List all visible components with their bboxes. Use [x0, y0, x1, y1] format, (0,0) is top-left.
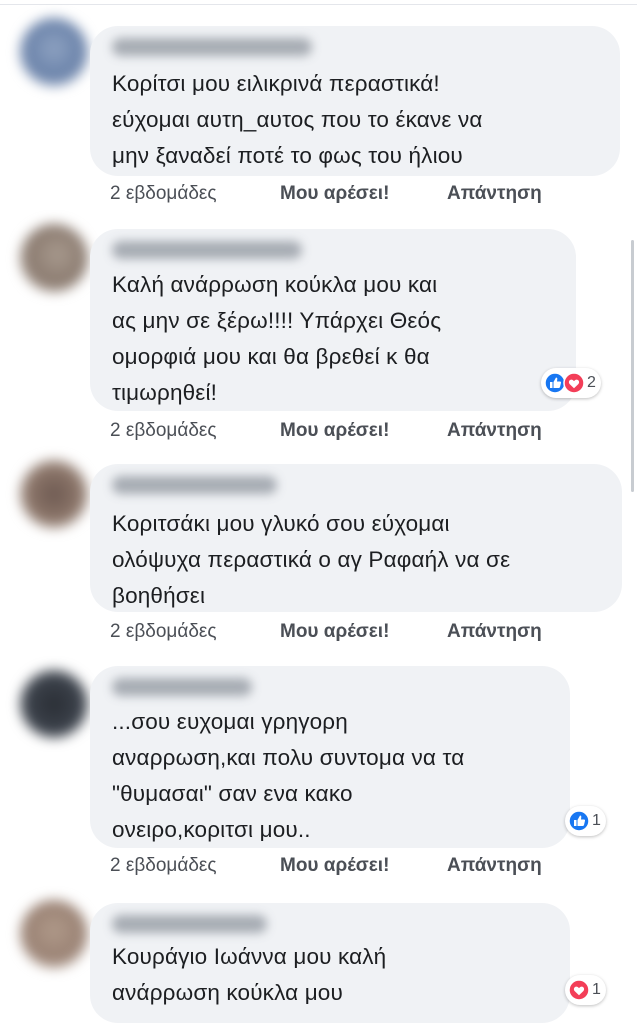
- author-name-blurred[interactable]: [112, 38, 312, 56]
- comment-bubble: Καλή ανάρρωση κούκλα μου και ας μην σε ξ…: [90, 229, 576, 411]
- comment-text: Κοριτσάκι μου γλυκό σου εύχομαι ολόψυχα …: [112, 511, 511, 608]
- reply-button[interactable]: Απάντηση: [447, 420, 542, 442]
- author-name-blurred[interactable]: [112, 241, 302, 259]
- love-icon: [568, 979, 590, 1001]
- reaction-count: 2: [587, 374, 596, 391]
- avatar[interactable]: [20, 224, 88, 292]
- comment-text: Καλή ανάρρωση κούκλα μου και ας μην σε ξ…: [112, 272, 442, 405]
- author-name-blurred[interactable]: [112, 476, 277, 494]
- like-button[interactable]: Μου αρέσει!: [280, 183, 389, 205]
- comment-timestamp[interactable]: 2 εβδομάδες: [110, 183, 217, 205]
- like-button[interactable]: Μου αρέσει!: [280, 420, 389, 442]
- author-name-blurred[interactable]: [112, 678, 252, 696]
- top-divider: [0, 4, 637, 5]
- comment-text: Κουράγιο Ιωάννα μου καλή ανάρρωση κούκλα…: [112, 944, 387, 1005]
- comment-bubble: ...σου ευχομαι γρηγορη αναρρωση,και πολυ…: [90, 666, 570, 848]
- comment-text: Κορίτσι μου ειλικρινά περαστικά! εύχομαι…: [112, 71, 483, 168]
- avatar[interactable]: [20, 18, 88, 86]
- comment-bubble: Κορίτσι μου ειλικρινά περαστικά! εύχομαι…: [90, 26, 620, 176]
- reply-button[interactable]: Απάντηση: [447, 621, 542, 643]
- comment-timestamp[interactable]: 2 εβδομάδες: [110, 855, 217, 877]
- avatar[interactable]: [20, 900, 88, 968]
- scrollbar[interactable]: [631, 240, 634, 492]
- author-name-blurred[interactable]: [112, 915, 267, 933]
- avatar[interactable]: [20, 670, 88, 738]
- comment-bubble: Κοριτσάκι μου γλυκό σου εύχομαι ολόψυχα …: [90, 464, 622, 612]
- avatar[interactable]: [20, 460, 88, 528]
- reply-button[interactable]: Απάντηση: [447, 183, 542, 205]
- love-icon: [563, 372, 585, 394]
- reaction-count: 1: [592, 812, 601, 829]
- comment-bubble: Κουράγιο Ιωάννα μου καλή ανάρρωση κούκλα…: [90, 903, 570, 1023]
- reaction-summary[interactable]: 1: [565, 806, 606, 836]
- like-button[interactable]: Μου αρέσει!: [280, 621, 389, 643]
- reaction-summary[interactable]: 2: [541, 368, 601, 398]
- like-button[interactable]: Μου αρέσει!: [280, 855, 389, 877]
- comment-timestamp[interactable]: 2 εβδομάδες: [110, 420, 217, 442]
- reply-button[interactable]: Απάντηση: [447, 855, 542, 877]
- like-icon: [568, 810, 590, 832]
- reaction-summary[interactable]: 1: [565, 975, 606, 1005]
- comment-text: ...σου ευχομαι γρηγορη αναρρωση,και πολυ…: [112, 709, 465, 842]
- reaction-count: 1: [592, 981, 601, 998]
- comment-timestamp[interactable]: 2 εβδομάδες: [110, 621, 217, 643]
